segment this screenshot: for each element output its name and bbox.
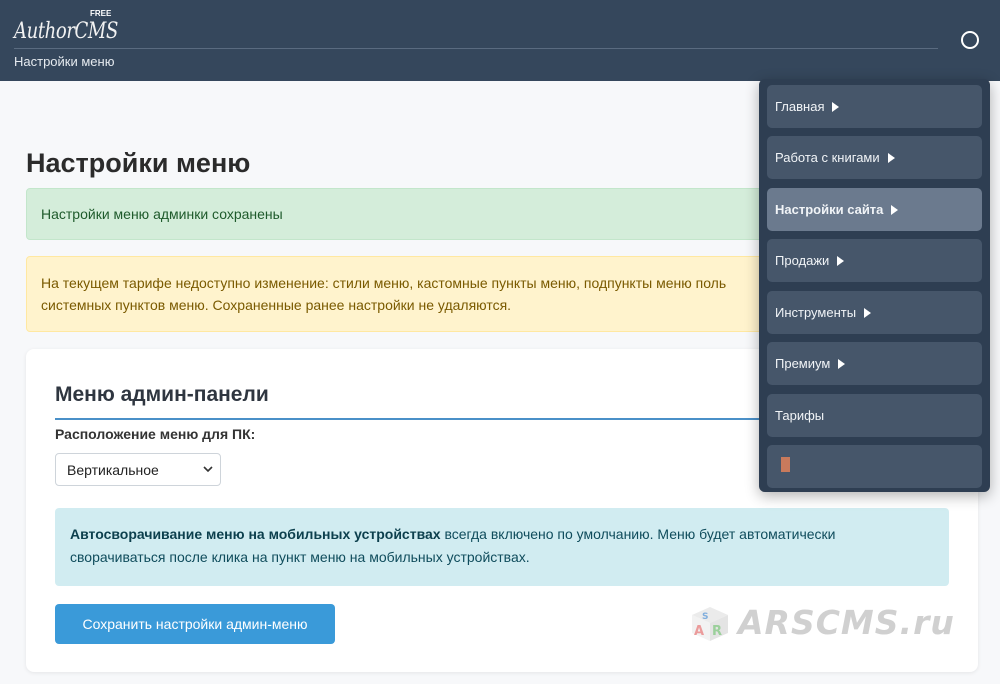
menu-item-site-settings[interactable]: Настройки сайта: [767, 188, 982, 231]
caret-right-icon: [838, 359, 846, 369]
logo-badge: FREE: [90, 9, 112, 18]
svg-text:S: S: [702, 612, 708, 622]
logo[interactable]: AuthorCMS FREE: [14, 9, 124, 45]
menu-item-label: Работа с книгами: [775, 150, 880, 165]
warning-alert: На текущем тарифе недоступно изменение: …: [26, 256, 786, 332]
menu-item-language[interactable]: [767, 445, 982, 488]
menu-item-tariffs[interactable]: Тарифы: [767, 394, 982, 437]
caret-right-icon: [864, 308, 872, 318]
top-header: AuthorCMS FREE Настройки меню: [0, 0, 1000, 81]
menu-item-sales[interactable]: Продажи: [767, 239, 982, 282]
svg-text:A: A: [694, 624, 704, 639]
info-alert: Автосворачивание меню на мобильных устро…: [55, 508, 949, 586]
menu-item-tools[interactable]: Инструменты: [767, 291, 982, 334]
menu-item-books[interactable]: Работа с книгами: [767, 136, 982, 179]
menu-item-premium[interactable]: Премиум: [767, 342, 982, 385]
menu-item-main[interactable]: Главная: [767, 85, 982, 128]
caret-right-icon: [837, 256, 845, 266]
user-menu-icon[interactable]: [961, 31, 979, 49]
info-alert-bold: Автосворачивание меню на мобильных устро…: [70, 526, 441, 542]
chevron-down-icon: [203, 466, 213, 473]
menu-item-label: Продажи: [775, 253, 830, 268]
menu-position-label: Расположение меню для ПК:: [55, 426, 256, 442]
caret-right-icon: [887, 153, 895, 163]
watermark-text: ARSCMS.ru: [738, 603, 955, 642]
menu-item-label: Инструменты: [775, 305, 857, 320]
watermark: S A R ARSCMS.ru: [688, 603, 958, 645]
card-title: Меню админ-панели: [55, 383, 269, 406]
cube-logo-icon: S A R: [692, 607, 728, 641]
menu-position-select[interactable]: Вертикальное: [55, 453, 221, 486]
menu-item-label: Настройки сайта: [775, 202, 884, 217]
header-divider: [14, 48, 938, 49]
page-title: Настройки меню: [26, 148, 251, 178]
flag-icon: [781, 457, 790, 472]
nav-dropdown-menu: Главная Работа с книгами Настройки сайта…: [759, 79, 990, 492]
caret-right-icon: [891, 205, 899, 215]
warning-alert-line-2: системных пунктов меню. Сохраненные ране…: [41, 297, 512, 313]
menu-position-value: Вертикальное: [67, 462, 159, 478]
save-menu-settings-button[interactable]: Сохранить настройки админ-меню: [55, 604, 335, 644]
menu-item-label: Главная: [775, 99, 825, 114]
caret-right-icon: [832, 102, 840, 112]
header-subtitle: Настройки меню: [14, 54, 115, 69]
warning-alert-line-1: На текущем тарифе недоступно изменение: …: [41, 275, 727, 291]
menu-item-label: Тарифы: [775, 408, 825, 423]
logo-text: AuthorCMS: [14, 19, 118, 44]
menu-item-label: Премиум: [775, 356, 831, 371]
svg-text:R: R: [712, 624, 722, 639]
success-alert: Настройки меню админки сохранены: [26, 188, 786, 240]
